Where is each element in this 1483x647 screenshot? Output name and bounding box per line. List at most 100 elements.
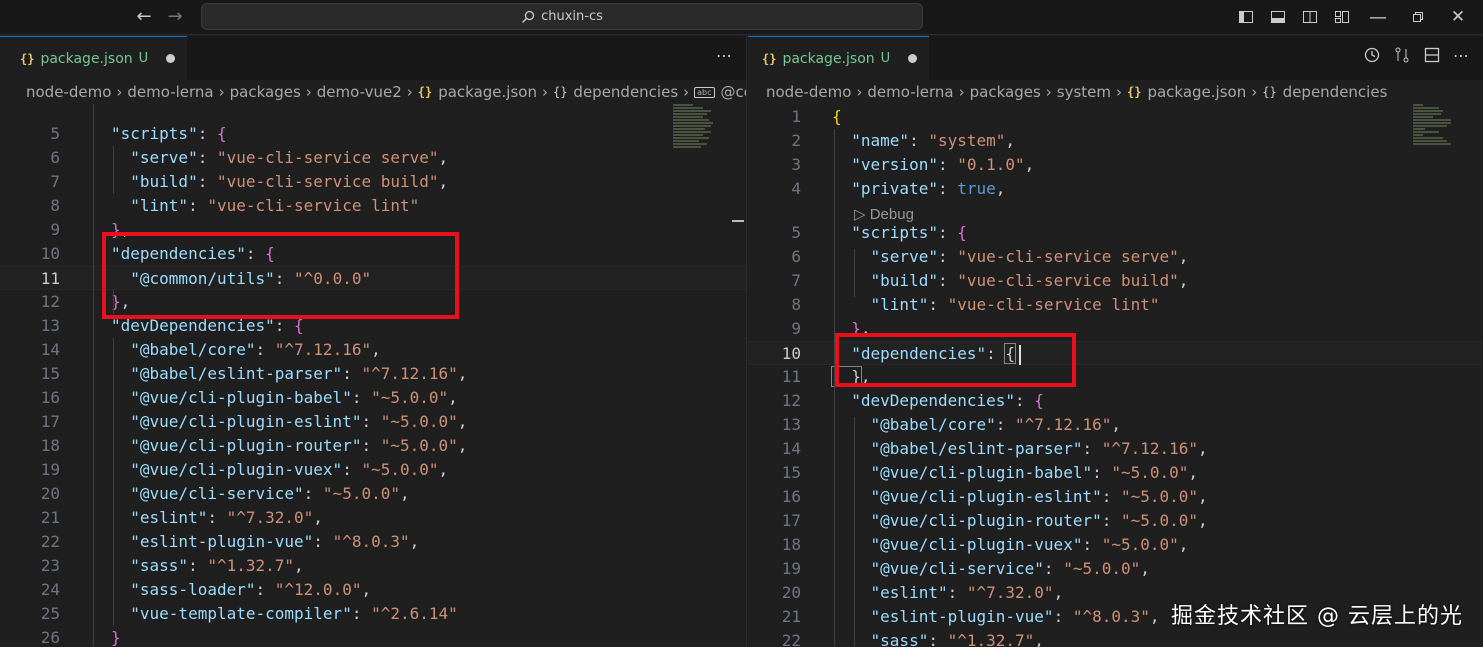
line-number: 23 [40,556,60,575]
line-number: 14 [40,340,60,359]
command-center-search[interactable]: chuxin-cs [201,3,923,30]
more-actions-icon[interactable]: ⋯ [716,46,732,65]
code-line[interactable]: 18 "@vue/cli-plugin-router": "~5.0.0", [0,434,746,458]
code-line[interactable]: 5 "scripts": { [0,122,746,146]
code-line[interactable]: 6 "serve": "vue-cli-service serve", [0,146,746,170]
code-token: : [361,412,381,431]
code-token: : [188,196,208,215]
toggle-secondary-sidebar-icon[interactable] [1299,6,1321,28]
code-line[interactable]: 15 "@babel/eslint-parser": "^7.12.16", [0,362,746,386]
code-line[interactable]: 15 "@vue/cli-plugin-babel": "~5.0.0", [748,461,1483,485]
split-editor-icon[interactable] [1423,46,1441,68]
code-text: "@babel/core": "^7.12.16", [111,338,380,362]
code-line[interactable]: 7 "build": "vue-cli-service build", [748,269,1483,293]
timeline-icon[interactable] [1363,46,1381,68]
restore-icon[interactable] [1403,6,1433,28]
line-number: 4 [791,179,801,198]
code-line[interactable]: 7 "build": "vue-cli-service build", [0,170,746,194]
code-token: "~5.0.0" [1063,559,1141,578]
line-number: 15 [40,364,60,383]
tab-package-json[interactable]: {} package.json U [748,36,930,80]
code-line[interactable]: 2 "name": "system", [748,129,1483,153]
code-text: "scripts": { [832,221,967,245]
code-line[interactable]: 17 "@vue/cli-plugin-eslint": "~5.0.0", [0,410,746,434]
code-line[interactable]: 14 "@babel/eslint-parser": "^7.12.16", [748,437,1483,461]
code-text: "@vue/cli-plugin-eslint": "~5.0.0", [111,410,467,434]
compare-changes-icon[interactable] [1393,46,1411,68]
code-line[interactable]: 26} [0,626,746,647]
code-line[interactable]: 23 "sass": "^1.32.7", [0,554,746,578]
code-line[interactable]: 24 "sass-loader": "^12.0.0", [0,578,746,602]
breadcrumb-separator-icon: › [218,83,225,101]
breadcrumb-item[interactable]: package.json [1147,83,1246,101]
breadcrumb-item[interactable]: dependencies [573,83,678,101]
code-line[interactable]: 16 "@vue/cli-plugin-eslint": "~5.0.0", [748,485,1483,509]
code-line[interactable]: 14 "@babel/core": "^7.12.16", [0,338,746,362]
code-line[interactable]: 18 "@vue/cli-plugin-vuex": "~5.0.0", [748,533,1483,557]
breadcrumb-item[interactable]: dependencies [1283,83,1388,101]
code-line[interactable]: 22 "sass": "^1.32.7", [748,629,1483,647]
breadcrumb-item[interactable]: system [1057,83,1111,101]
line-number: 24 [40,580,60,599]
close-window-icon[interactable]: ✕ [1443,6,1473,28]
code-line[interactable]: 12 "devDependencies": { [748,389,1483,413]
breadcrumb-item[interactable]: @com [721,83,746,101]
code-line[interactable]: 6 "serve": "vue-cli-service serve", [748,245,1483,269]
minimap[interactable] [673,104,727,154]
code-token: , [438,172,449,191]
code-line[interactable]: 5 "scripts": { [748,221,1483,245]
code-line[interactable]: 4 "private": true, [748,177,1483,201]
code-editor[interactable]: 5 "scripts": {6 "serve": "vue-cli-service… [0,104,746,647]
breadcrumb-separator-icon: › [541,83,548,101]
breadcrumb-item[interactable]: demo-lerna [127,83,213,101]
code-token: : [188,556,208,575]
arrow-left-icon[interactable]: ← [132,6,156,28]
code-token: "~5.0.0" [380,412,458,431]
code-line[interactable]: 19 "@vue/cli-plugin-vuex": "~5.0.0", [0,458,746,482]
code-line[interactable]: 8 "lint": "vue-cli-service lint" [748,293,1483,317]
breadcrumb-item[interactable]: demo-vue2 [317,83,402,101]
arrow-right-icon[interactable]: → [163,6,187,28]
line-number: 22 [781,631,801,647]
code-line[interactable]: 19 "@vue/cli-service": "~5.0.0", [748,557,1483,581]
code-token: "~5.0.0" [361,460,439,479]
code-line[interactable]: 21 "eslint": "^7.32.0", [0,506,746,530]
code-token: , [1198,511,1208,530]
indent-guide [113,146,114,194]
code-line[interactable]: 25 "vue-template-compiler": "^2.6.14" [0,602,746,626]
tab-package-json[interactable]: {} package.json U [0,36,188,80]
scrollbar-marker[interactable] [732,220,744,222]
code-line[interactable]: 1{ [748,105,1483,129]
code-text: "build": "vue-cli-service build", [111,170,448,194]
more-actions-icon[interactable]: ⋯ [1453,46,1469,68]
code-line[interactable]: 22 "eslint-plugin-vue": "^8.0.3", [0,530,746,554]
breadcrumb-item[interactable]: packages [230,83,301,101]
breadcrumb-item[interactable]: package.json [438,83,537,101]
tab-actions: ⋯ [716,46,732,65]
unsaved-dot-icon[interactable] [166,54,176,63]
unsaved-dot-icon[interactable] [908,54,918,63]
code-token: : [1101,487,1121,506]
breadcrumb-item[interactable]: node-demo [766,83,851,101]
toggle-sidebar-icon[interactable] [1235,6,1257,28]
code-token: , [409,532,420,551]
code-line[interactable]: 17 "@vue/cli-plugin-router": "~5.0.0", [748,509,1483,533]
code-line[interactable]: 13 "@babel/core": "^7.12.16", [748,413,1483,437]
code-line[interactable]: 8 "lint": "vue-cli-service lint" [0,194,746,218]
customize-layout-icon[interactable] [1331,6,1353,28]
breadcrumb-item[interactable]: packages [970,83,1041,101]
breadcrumb-item[interactable]: node-demo [26,83,111,101]
toggle-panel-icon[interactable] [1267,6,1289,28]
minimap[interactable] [1413,104,1467,154]
code-token: "serve" [111,148,198,167]
code-line[interactable]: 3 "version": "0.1.0", [748,153,1483,177]
code-line[interactable]: 20 "@vue/cli-service": "~5.0.0", [0,482,746,506]
code-token: "@babel/core" [832,415,996,434]
code-token: : [947,583,967,602]
window-controls: — ✕ [1235,6,1473,28]
code-token: "system" [928,131,1006,150]
code-line[interactable]: 16 "@vue/cli-plugin-babel": "~5.0.0", [0,386,746,410]
code-token: , [1005,131,1016,150]
breadcrumb-item[interactable]: demo-lerna [867,83,953,101]
minimize-icon[interactable]: — [1363,6,1393,28]
